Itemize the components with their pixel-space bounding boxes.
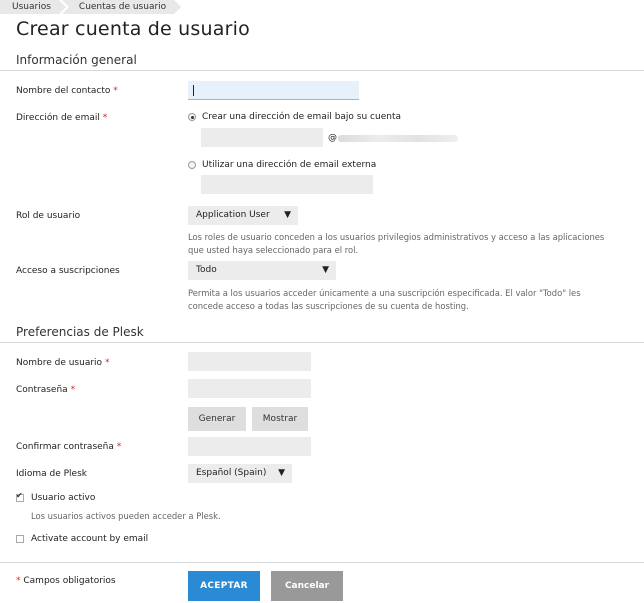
- contact-name-label: Nombre del contacto *: [16, 86, 118, 96]
- email-local-part-input[interactable]: [201, 128, 323, 147]
- email-label: Dirección de email *: [16, 113, 108, 123]
- password-input[interactable]: [188, 379, 311, 398]
- page-title: Crear cuenta de usuario: [16, 18, 250, 40]
- active-user-checkbox[interactable]: [16, 491, 24, 502]
- required-fields-note: * Campos obligatorios: [16, 576, 116, 586]
- section-title-general: Información general: [16, 53, 137, 67]
- section-title-plesk: Preferencias de Plesk: [16, 325, 144, 339]
- subscriptions-label: Acceso a suscripciones: [16, 266, 120, 276]
- show-password-button[interactable]: Mostrar: [252, 407, 308, 431]
- footer-divider: [0, 562, 644, 563]
- breadcrumb-item-usuarios[interactable]: Usuarios: [0, 0, 66, 14]
- breadcrumb-item-cuentas[interactable]: Cuentas de usuario: [61, 0, 182, 14]
- username-label: Nombre de usuario *: [16, 358, 110, 368]
- email-external-label: Utilizar una dirección de email externa: [202, 160, 377, 170]
- subscriptions-hint: Permita a los usuarios acceder únicament…: [188, 288, 581, 311]
- active-user-label: Usuario activo: [31, 493, 96, 503]
- email-external-input[interactable]: [201, 175, 373, 194]
- email-internal-radio[interactable]: [188, 113, 196, 121]
- activate-by-email-label: Activate account by email: [31, 534, 149, 544]
- ok-button[interactable]: ACEPTAR: [188, 571, 260, 601]
- confirm-password-label: Confirmar contraseña *: [16, 442, 122, 452]
- role-label: Rol de usuario: [16, 211, 81, 221]
- breadcrumb: Usuarios Cuentas de usuario: [0, 0, 184, 14]
- dropdown-arrow-icon: ▼: [278, 468, 285, 478]
- active-user-hint: Los usuarios activos pueden acceder a Pl…: [31, 511, 221, 521]
- section-divider: [0, 342, 644, 343]
- language-select[interactable]: Español (Spain) ▼: [188, 464, 292, 483]
- contact-name-input[interactable]: [188, 81, 359, 100]
- cancel-button[interactable]: Cancelar: [271, 571, 343, 601]
- dropdown-arrow-icon: ▼: [284, 210, 291, 220]
- role-hint: Los roles de usuario conceden a los usua…: [188, 232, 605, 255]
- section-divider: [0, 70, 644, 71]
- email-external-radio[interactable]: [188, 161, 196, 169]
- generate-password-button[interactable]: Generar: [188, 407, 246, 431]
- confirm-password-input[interactable]: [188, 437, 311, 456]
- email-internal-label: Crear una dirección de email bajo su cue…: [202, 112, 401, 122]
- email-domain-value: [338, 135, 458, 142]
- subscriptions-select[interactable]: Todo ▼: [188, 261, 336, 280]
- username-input[interactable]: [188, 352, 311, 371]
- password-label: Contraseña *: [16, 385, 76, 395]
- role-select[interactable]: Application User ▼: [188, 206, 298, 225]
- text-caret: [193, 85, 194, 96]
- activate-by-email-checkbox[interactable]: [16, 535, 24, 543]
- email-at-sign: @: [328, 133, 337, 143]
- language-label: Idioma de Plesk: [16, 469, 87, 479]
- dropdown-arrow-icon: ▼: [322, 265, 329, 275]
